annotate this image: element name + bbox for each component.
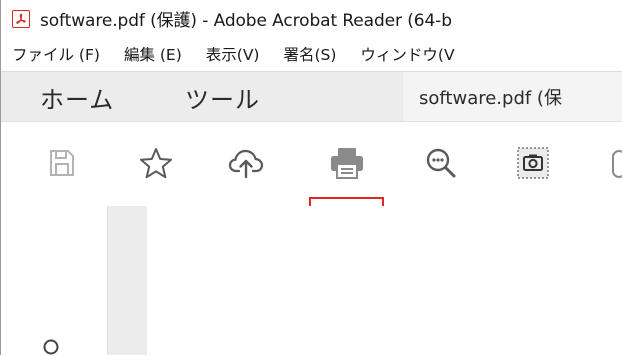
menu-bar: ファイル (F) 編集 (E) 表示(V) 署名(S) ウィンドウ(V — [1, 37, 622, 71]
toolbar — [1, 121, 622, 207]
content-area — [1, 206, 622, 355]
window-title: software.pdf (保護) - Adobe Acrobat Reader… — [40, 11, 452, 31]
snapshot-icon — [517, 147, 549, 179]
search-icon[interactable] — [42, 338, 60, 356]
menu-edit[interactable]: 編集 (E) — [124, 43, 182, 65]
bookmark-star-button[interactable] — [133, 140, 179, 186]
tab-document[interactable]: software.pdf (保 — [403, 72, 622, 122]
navigation-pane-strip — [107, 206, 148, 355]
adobe-reader-icon — [12, 9, 30, 28]
menu-file[interactable]: ファイル (F) — [12, 43, 100, 65]
menu-sign[interactable]: 署名(S) — [283, 43, 336, 65]
zoom-out-button[interactable] — [418, 140, 464, 186]
cloud-upload-icon — [228, 149, 264, 179]
zoom-out-icon — [426, 148, 456, 178]
save-button[interactable] — [39, 140, 85, 186]
cloud-upload-button[interactable] — [223, 140, 269, 186]
save-icon — [50, 150, 74, 176]
print-icon — [331, 148, 363, 179]
star-icon — [140, 148, 172, 179]
title-bar: software.pdf (保護) - Adobe Acrobat Reader… — [1, 0, 622, 37]
print-button[interactable] — [324, 140, 370, 186]
tab-tools[interactable]: ツール — [185, 72, 260, 122]
snapshot-button[interactable] — [510, 140, 556, 186]
left-panel — [1, 206, 107, 355]
next-tool-partial[interactable] — [612, 150, 622, 178]
menu-window[interactable]: ウィンドウ(V — [360, 43, 454, 65]
menu-view[interactable]: 表示(V) — [206, 43, 260, 65]
tab-home[interactable]: ホーム — [40, 72, 114, 122]
document-view[interactable] — [147, 206, 622, 355]
tab-bar: ホーム ツール software.pdf (保 — [1, 71, 622, 122]
